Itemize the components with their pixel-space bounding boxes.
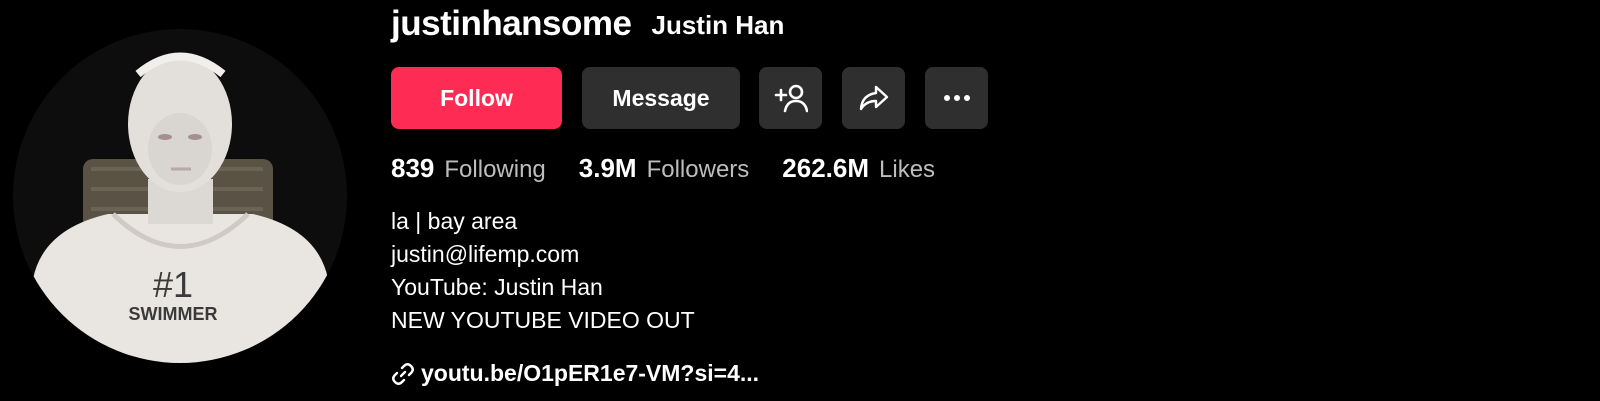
bio-line: NEW YOUTUBE VIDEO OUT — [391, 307, 695, 333]
share-button[interactable] — [842, 67, 905, 129]
add-friend-button[interactable] — [759, 67, 822, 129]
bio-link-text[interactable]: youtu.be/O1pER1e7-VM?si=4... — [421, 360, 759, 387]
bio-link[interactable]: youtu.be/O1pER1e7-VM?si=4... — [391, 360, 759, 387]
bio-line: YouTube: Justin Han — [391, 274, 603, 300]
link-icon — [392, 362, 414, 385]
profile-info: justinhansome Justin Han Follow Message — [391, 0, 1571, 401]
bio: la | bay area justin@lifemp.com YouTube:… — [391, 205, 695, 337]
shirt-word-text: SWIMMER — [129, 304, 218, 324]
following-stat[interactable]: 839 Following — [391, 153, 546, 184]
avatar[interactable]: #1 SWIMMER — [13, 29, 347, 363]
bio-line: la | bay area — [391, 208, 518, 234]
profile-photo: #1 SWIMMER — [13, 29, 347, 363]
shirt-number-text: #1 — [153, 264, 193, 305]
follow-button[interactable]: Follow — [391, 67, 562, 129]
likes-label: Likes — [879, 155, 936, 183]
more-button[interactable] — [925, 67, 988, 129]
message-button[interactable]: Message — [582, 67, 740, 129]
profile-stats: 839 Following 3.9M Followers 262.6M Like… — [391, 148, 968, 188]
followers-label: Followers — [646, 155, 750, 183]
likes-stat: 262.6M Likes — [782, 153, 935, 184]
add-friend-icon — [774, 84, 808, 113]
username: justinhansome — [391, 4, 632, 43]
display-name: Justin Han — [651, 9, 785, 40]
followers-count: 3.9M — [578, 152, 637, 183]
name-row: justinhansome Justin Han — [391, 2, 784, 46]
following-count: 839 — [391, 152, 435, 183]
more-icon — [943, 95, 970, 101]
followers-stat[interactable]: 3.9M Followers — [579, 153, 750, 184]
action-buttons: Follow Message — [391, 67, 988, 129]
likes-count: 262.6M — [782, 152, 870, 183]
bio-line: justin@lifemp.com — [391, 241, 580, 267]
share-icon — [859, 85, 888, 111]
following-label: Following — [444, 155, 546, 183]
